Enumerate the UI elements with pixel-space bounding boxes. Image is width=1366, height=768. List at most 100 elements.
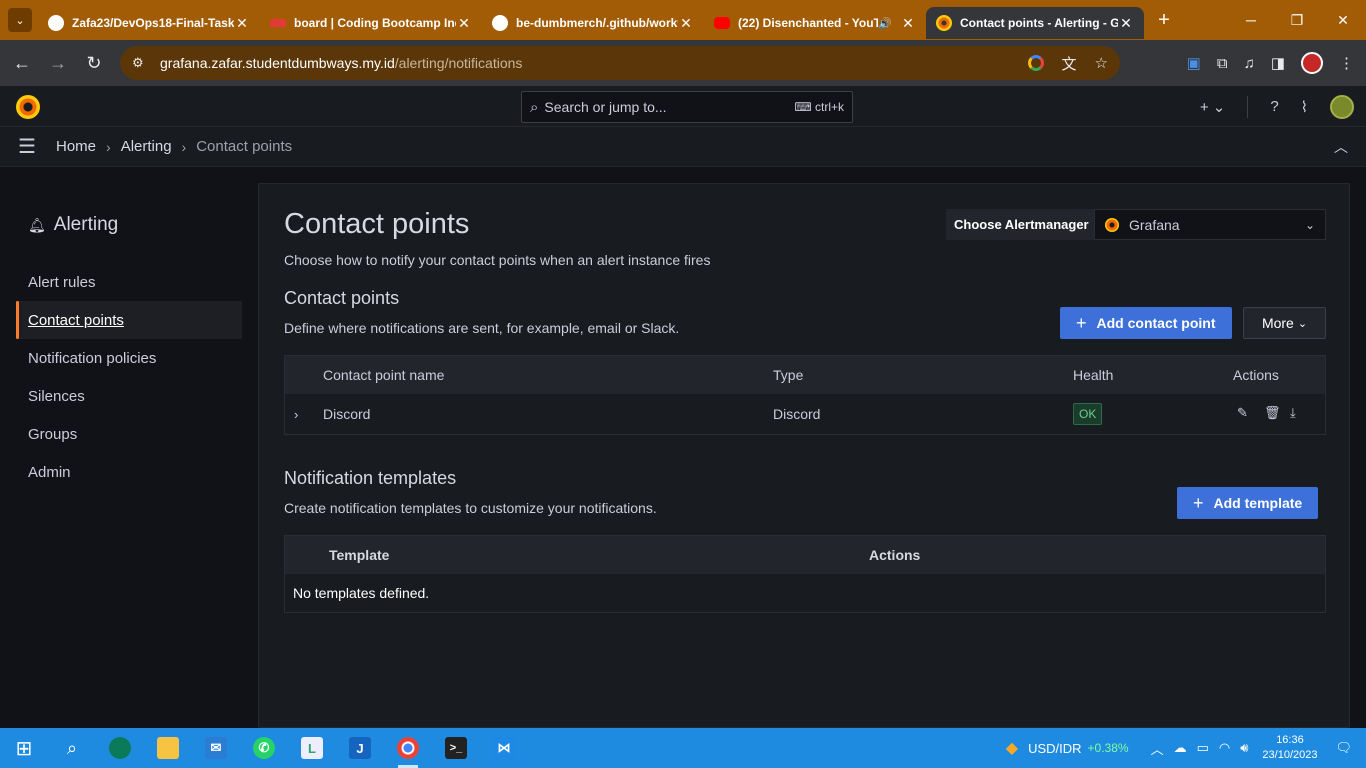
new-tab-button[interactable]: +	[1150, 9, 1178, 32]
vscode-icon[interactable]: ⋈	[480, 728, 528, 768]
menu-toggle-icon[interactable]: ☰	[18, 137, 38, 157]
whatsapp-icon[interactable]: ✆	[240, 728, 288, 768]
profile-avatar[interactable]	[1301, 52, 1323, 74]
translate-icon[interactable]: 文	[1062, 53, 1077, 74]
volume-icon[interactable]: 🔊︎	[1240, 740, 1248, 756]
battery-icon[interactable]: ▭	[1197, 740, 1209, 756]
close-window-icon[interactable]: ✕	[1320, 0, 1366, 40]
tab-title: be-dumbmerch/.github/workflows	[516, 16, 678, 30]
address-bar[interactable]: ⚙ grafana.zafar.studentdumbways.my.id/al…	[120, 46, 1120, 80]
system-tray: ◆ USD/IDR +0.38% ︿ ☁ ▭ ◠ 🔊︎ 16:36 23/10/…	[1006, 728, 1366, 768]
google-translate-extension-icon[interactable]: ▣	[1187, 54, 1201, 72]
sidebar-item-admin[interactable]: Admin	[16, 453, 242, 491]
browser-tab[interactable]: board | Coding Bootcamp Indonesia ✕	[260, 7, 482, 39]
restore-icon[interactable]: ❐	[1274, 0, 1320, 40]
page-title: Contact points	[284, 208, 470, 240]
add-template-button[interactable]: + Add template	[1177, 487, 1319, 519]
sidebar-item-alert-rules[interactable]: Alert rules	[16, 263, 242, 301]
minimize-icon[interactable]: ─	[1228, 0, 1274, 40]
search-icon[interactable]: ⌕	[48, 728, 96, 768]
browser-tab-active[interactable]: Contact points - Alerting - Grafana ✕	[926, 7, 1144, 39]
delete-icon[interactable]: 🗑︎	[1264, 405, 1281, 421]
more-button[interactable]: More ⌄	[1243, 307, 1326, 339]
site-info-icon[interactable]: ⚙	[132, 55, 160, 71]
column-header: Template	[329, 547, 390, 563]
grafana-logo[interactable]	[16, 95, 40, 119]
tray-overflow-icon[interactable]: ︿	[1151, 739, 1164, 758]
browser-menu-icon[interactable]: ⋮	[1339, 54, 1354, 72]
close-tab-icon[interactable]: ✕	[1118, 15, 1134, 32]
sidebar-item-groups[interactable]: Groups	[16, 415, 242, 453]
tab-search-button[interactable]: ⌄	[8, 8, 32, 32]
edit-icon[interactable]: ✎	[1237, 405, 1248, 421]
browser-tab[interactable]: be-dumbmerch/.github/workflows ✕	[482, 7, 704, 39]
mail-icon[interactable]: ✉	[192, 728, 240, 768]
alertmanager-value: Grafana	[1129, 216, 1180, 233]
side-panel-icon[interactable]: ◨	[1271, 54, 1285, 72]
help-icon[interactable]: ?	[1270, 98, 1278, 115]
browser-tab[interactable]: (22) Disenchanted - YouTube 🔊 ✕	[704, 7, 926, 39]
terminal-icon[interactable]: >_	[432, 728, 480, 768]
sidebar-item-silences[interactable]: Silences	[16, 377, 242, 415]
clock[interactable]: 16:36 23/10/2023	[1262, 733, 1317, 763]
export-icon[interactable]: ⤓	[1290, 405, 1296, 421]
back-icon[interactable]: ←	[4, 53, 40, 74]
add-new-icon[interactable]: + ⌄	[1200, 98, 1226, 116]
alertmanager-select[interactable]: Grafana ⌄	[1094, 209, 1326, 240]
url-text[interactable]: grafana.zafar.studentdumbways.my.id/aler…	[160, 55, 522, 71]
currency-pair[interactable]: USD/IDR	[1028, 741, 1081, 756]
close-tab-icon[interactable]: ✕	[456, 15, 472, 32]
onedrive-icon[interactable]: ☁	[1174, 740, 1187, 756]
edge-icon[interactable]	[96, 728, 144, 768]
add-template-label: Add template	[1213, 495, 1303, 511]
collapse-chevron-icon[interactable]: ︿	[1334, 137, 1348, 157]
chevron-down-icon: ⌄	[1297, 317, 1308, 330]
sidebar-title: 🔔︎ Alerting	[28, 214, 118, 236]
notifications-icon[interactable]: 🗨︎	[1335, 740, 1352, 756]
breadcrumb-home[interactable]: Home	[56, 138, 96, 155]
breadcrumb: ☰ Home › Alerting › Contact points ︿	[0, 127, 1366, 167]
chrome-icon[interactable]	[384, 728, 432, 768]
breadcrumb-alerting[interactable]: Alerting	[121, 138, 172, 155]
user-avatar[interactable]	[1330, 94, 1354, 119]
time: 16:36	[1276, 734, 1304, 746]
shortcut-text: ctrl+k	[814, 100, 844, 114]
browser-tab[interactable]: Zafa23/DevOps18-Final-Task ✕	[38, 7, 260, 39]
table-header: Contact point name Type Health Actions	[285, 356, 1325, 394]
sidebar-item-contact-points[interactable]: Contact points	[16, 301, 242, 339]
add-contact-point-button[interactable]: + Add contact point	[1060, 307, 1232, 339]
file-explorer-icon[interactable]	[144, 728, 192, 768]
close-tab-icon[interactable]: ✕	[678, 15, 694, 32]
wifi-icon[interactable]: ◠	[1219, 740, 1230, 756]
grafana-top-bar: ⌕ Search or jump to... ⌨ ctrl+k + ⌄ ? ⌇	[0, 86, 1366, 127]
bookmark-star-icon[interactable]: ☆	[1095, 54, 1108, 72]
column-header: Actions	[869, 547, 921, 563]
templates-table: Template Actions No templates defined.	[284, 535, 1326, 613]
media-control-icon[interactable]: ♫	[1244, 55, 1255, 72]
sidebar-item-notification-policies[interactable]: Notification policies	[16, 339, 242, 377]
tab-title: (22) Disenchanted - YouTube	[738, 16, 879, 30]
search-input[interactable]: ⌕ Search or jump to... ⌨ ctrl+k	[521, 91, 853, 123]
google-icon[interactable]	[1027, 55, 1044, 71]
grafana-icon	[1105, 217, 1119, 232]
j-app-icon[interactable]: J	[336, 728, 384, 768]
close-tab-icon[interactable]: ✕	[900, 15, 916, 32]
browser-toolbar: ← → ↻ ⚙ grafana.zafar.studentdumbways.my…	[0, 40, 1366, 86]
contact-points-section-title: Contact points	[284, 288, 400, 308]
extensions-puzzle-icon[interactable]: ⧉	[1217, 55, 1228, 72]
speaker-icon[interactable]: 🔊	[878, 17, 892, 30]
expand-row-icon[interactable]: ›	[294, 407, 298, 422]
url-path: /alerting/notifications	[394, 55, 523, 71]
currency-widget-icon[interactable]: ◆	[1006, 738, 1018, 758]
news-feed-icon[interactable]: ⌇	[1301, 98, 1308, 116]
reload-icon[interactable]: ↻	[76, 53, 112, 74]
search-shortcut: ⌨ ctrl+k	[794, 100, 844, 114]
omnibox-icons: 文 ☆	[1027, 46, 1108, 80]
close-tab-icon[interactable]: ✕	[234, 15, 250, 32]
forward-icon[interactable]: →	[40, 53, 76, 74]
search-icon: ⌕	[530, 98, 539, 116]
l-app-icon[interactable]: L	[288, 728, 336, 768]
column-header: Actions	[1233, 367, 1279, 383]
table-row: No templates defined.	[285, 574, 1325, 612]
windows-start-icon[interactable]: ⊞	[0, 728, 48, 768]
